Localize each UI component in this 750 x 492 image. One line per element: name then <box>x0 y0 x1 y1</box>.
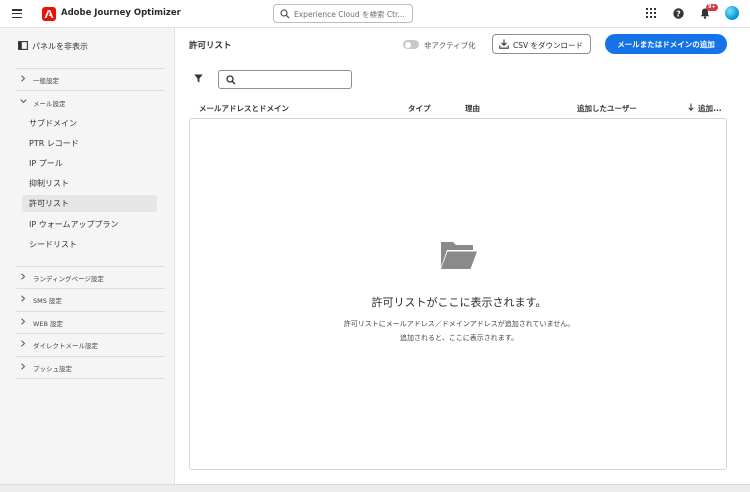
download-icon <box>499 39 509 49</box>
chevron-right-icon <box>21 340 26 347</box>
menu-icon[interactable] <box>12 9 22 19</box>
sidebar-item-subdomain[interactable]: サブドメイン <box>22 115 157 132</box>
column-header-email-domain[interactable]: メールアドレスとドメイン <box>199 103 289 114</box>
table-search-input[interactable] <box>218 70 352 89</box>
column-header-reason[interactable]: 理由 <box>465 103 480 114</box>
hide-panel-label: パネルを非表示 <box>32 42 88 51</box>
sort-down-icon[interactable] <box>688 103 694 111</box>
chevron-right-icon <box>21 363 26 370</box>
search-icon <box>280 9 290 19</box>
chevron-right-icon <box>21 318 26 325</box>
divider <box>16 378 165 379</box>
notification-badge: 9+ <box>706 4 718 11</box>
sidebar-item-allowlist[interactable]: 許可リスト <box>22 195 157 212</box>
chevron-right-icon <box>21 273 26 280</box>
empty-state-description-2: 追加されると、ここに表示されます。 <box>399 334 519 342</box>
horizontal-scrollbar[interactable] <box>0 484 750 492</box>
top-bar: Adobe Journey Optimizer Experience Cloud… <box>0 0 750 28</box>
svg-text:?: ? <box>676 9 681 18</box>
table-body: 許可リストがここに表示されます。 許可リストにメールアドレス／ドメインアドレスが… <box>189 118 727 470</box>
divider <box>16 68 165 69</box>
empty-state-description: 許可リストにメールアドレス／ドメインアドレスが追加されていません。 <box>343 320 575 328</box>
adobe-logo-icon <box>42 7 56 21</box>
divider <box>16 356 165 357</box>
divider <box>16 311 165 312</box>
help-icon[interactable]: ? <box>673 8 684 19</box>
app-title[interactable]: Adobe Journey Optimizer <box>61 8 181 18</box>
search-icon <box>226 75 236 85</box>
divider <box>16 266 165 267</box>
chevron-right-icon <box>21 295 26 302</box>
deactivate-toggle-label: 非アクティブ化 <box>424 41 476 50</box>
chevron-right-icon <box>21 75 26 82</box>
main-content: 許可リスト 非アクティブ化 CSV をダウンロード メールまたはドメインの追加 … <box>175 28 750 484</box>
column-header-added-by[interactable]: 追加したユーザー <box>577 103 637 114</box>
sidebar-item-ip-warmup-plan[interactable]: IP ウォームアッププラン <box>22 216 157 233</box>
global-search-input[interactable]: Experience Cloud を検索 Ctr... <box>273 4 413 23</box>
divider <box>16 288 165 289</box>
folder-open-icon <box>441 242 477 269</box>
apps-grid-icon[interactable] <box>646 8 656 18</box>
empty-state-title: 許可リストがここに表示されます。 <box>371 296 547 309</box>
sidebar-item-ptr-record[interactable]: PTR レコード <box>22 135 157 152</box>
divider <box>16 333 165 334</box>
sidebar-item-suppression-list[interactable]: 抑制リスト <box>22 175 157 192</box>
column-header-type[interactable]: タイプ <box>408 103 431 114</box>
column-header-added-date[interactable]: 追加... <box>698 103 722 114</box>
page-title: 許可リスト <box>189 41 232 51</box>
avatar[interactable] <box>725 6 739 20</box>
chevron-down-icon <box>20 99 27 104</box>
add-email-or-domain-button[interactable]: メールまたはドメインの追加 <box>605 34 727 54</box>
search-placeholder: Experience Cloud を検索 Ctr... <box>294 10 405 19</box>
sidebar-item-ip-pool[interactable]: IP プール <box>22 155 157 172</box>
download-csv-button[interactable]: CSV をダウンロード <box>492 34 591 54</box>
sidebar-item-seed-list[interactable]: シードリスト <box>22 236 157 253</box>
deactivate-toggle[interactable] <box>403 40 419 49</box>
divider <box>16 90 165 91</box>
filter-icon[interactable] <box>194 74 203 83</box>
sidebar: パネルを非表示 一般設定 メール設定 サブドメイン PTR レコード IP プー… <box>0 28 175 484</box>
panel-icon <box>18 41 28 50</box>
